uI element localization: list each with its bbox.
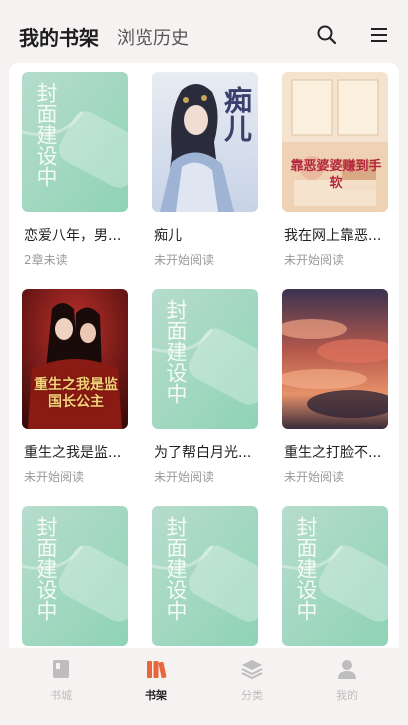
top-header: 我的书架 浏览历史 bbox=[0, 0, 408, 64]
book-title[interactable]: 痴儿 bbox=[154, 225, 258, 245]
book-status: 未开始阅读 bbox=[24, 470, 85, 484]
nav-label: 书架 bbox=[145, 689, 167, 702]
book-status: 未开始阅读 bbox=[154, 253, 215, 267]
book-status: 2章未读 bbox=[24, 253, 68, 267]
bottom-navigation: 书城 书架 分类 我的 bbox=[0, 648, 408, 725]
book-cover-sunset-clouds[interactable] bbox=[282, 289, 388, 429]
cover-placeholder-text: 封面建设中 bbox=[34, 82, 58, 187]
bookshelf-grid: 封面建设中 恋爱八年，男... 2章未读 痴儿 痴儿 未开始阅读 靠恶婆婆赚到手… bbox=[9, 63, 399, 653]
search-icon[interactable] bbox=[315, 23, 339, 47]
tab-my-bookshelf[interactable]: 我的书架 bbox=[19, 22, 99, 51]
book-cover-placeholder[interactable]: 封面建设中 bbox=[152, 289, 258, 429]
book-status: 未开始阅读 bbox=[154, 470, 215, 484]
book-cover-red-palace[interactable]: 重生之我是监国长公主 bbox=[22, 289, 128, 429]
cover-placeholder-text: 封面建设中 bbox=[164, 299, 188, 404]
book-status: 未开始阅读 bbox=[284, 253, 345, 267]
book-title[interactable]: 重生之我是监... bbox=[24, 442, 128, 462]
book-status: 未开始阅读 bbox=[284, 470, 345, 484]
bookshelf-icon bbox=[147, 661, 167, 679]
category-layers-icon bbox=[241, 660, 263, 680]
book-title[interactable]: 我在网上靠恶... bbox=[284, 225, 388, 245]
cover-title-text: 痴儿 bbox=[220, 86, 253, 142]
book-cover-placeholder[interactable]: 封面建设中 bbox=[282, 506, 388, 646]
cover-title-text: 靠恶婆婆赚到手软 bbox=[290, 159, 382, 191]
book-title[interactable]: 恋爱八年，男... bbox=[24, 225, 128, 245]
nav-label: 分类 bbox=[241, 689, 263, 702]
book-cover-ancient-girl[interactable]: 痴儿 bbox=[152, 72, 258, 212]
nav-label: 我的 bbox=[336, 689, 358, 702]
nav-book-city[interactable]: 书城 bbox=[31, 657, 91, 707]
book-cover-warm-room[interactable]: 靠恶婆婆赚到手软 bbox=[282, 72, 388, 212]
cover-placeholder-text: 封面建设中 bbox=[294, 516, 318, 621]
book-title[interactable]: 重生之打脸不... bbox=[284, 442, 388, 462]
book-city-icon bbox=[53, 660, 69, 678]
menu-icon[interactable] bbox=[367, 23, 391, 47]
book-cover-placeholder[interactable]: 封面建设中 bbox=[152, 506, 258, 646]
nav-profile[interactable]: 我的 bbox=[317, 657, 377, 707]
profile-icon bbox=[338, 660, 356, 679]
cover-placeholder-text: 封面建设中 bbox=[164, 516, 188, 621]
cover-placeholder-text: 封面建设中 bbox=[34, 516, 58, 621]
tab-browse-history[interactable]: 浏览历史 bbox=[117, 24, 189, 50]
nav-bookshelf[interactable]: 书架 bbox=[126, 657, 186, 707]
book-cover-placeholder[interactable]: 封面建设中 bbox=[22, 506, 128, 646]
book-title[interactable]: 为了帮白月光... bbox=[154, 442, 258, 462]
nav-category[interactable]: 分类 bbox=[222, 657, 282, 707]
cover-title-text: 重生之我是监国长公主 bbox=[34, 377, 118, 410]
book-cover-placeholder[interactable]: 封面建设中 bbox=[22, 72, 128, 212]
nav-label: 书城 bbox=[50, 689, 72, 702]
